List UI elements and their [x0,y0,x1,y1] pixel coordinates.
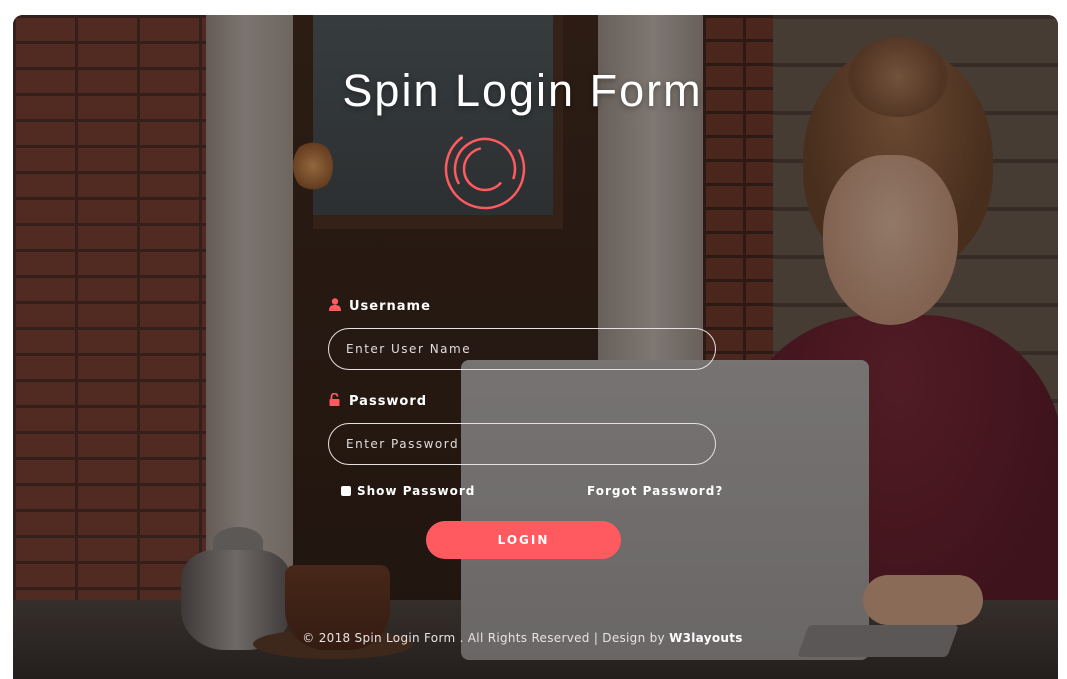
password-input[interactable] [328,423,716,465]
footer-designer-link[interactable]: W3layouts [669,631,743,645]
username-label: Username [329,298,431,315]
username-label-text: Username [349,299,431,314]
show-password-checkbox[interactable] [341,486,351,496]
show-password-label: Show Password [357,484,476,498]
password-label: Password [329,392,428,410]
login-button[interactable]: LOGIN [426,521,621,559]
page-title: Spin Login Form [342,65,703,116]
username-input[interactable] [328,328,716,370]
forgot-password-link[interactable]: Forgot Password? [587,484,723,498]
user-icon [329,298,341,315]
footer: © 2018 Spin Login Form . All Rights Rese… [13,631,1032,645]
login-page: Spin Login Form Username Password Show P… [13,15,1058,679]
spinner-icon [444,128,526,210]
show-password-toggle[interactable]: Show Password [341,484,475,498]
footer-text: © 2018 Spin Login Form . All Rights Rese… [302,631,665,645]
lock-icon [329,392,341,410]
password-label-text: Password [349,394,428,409]
